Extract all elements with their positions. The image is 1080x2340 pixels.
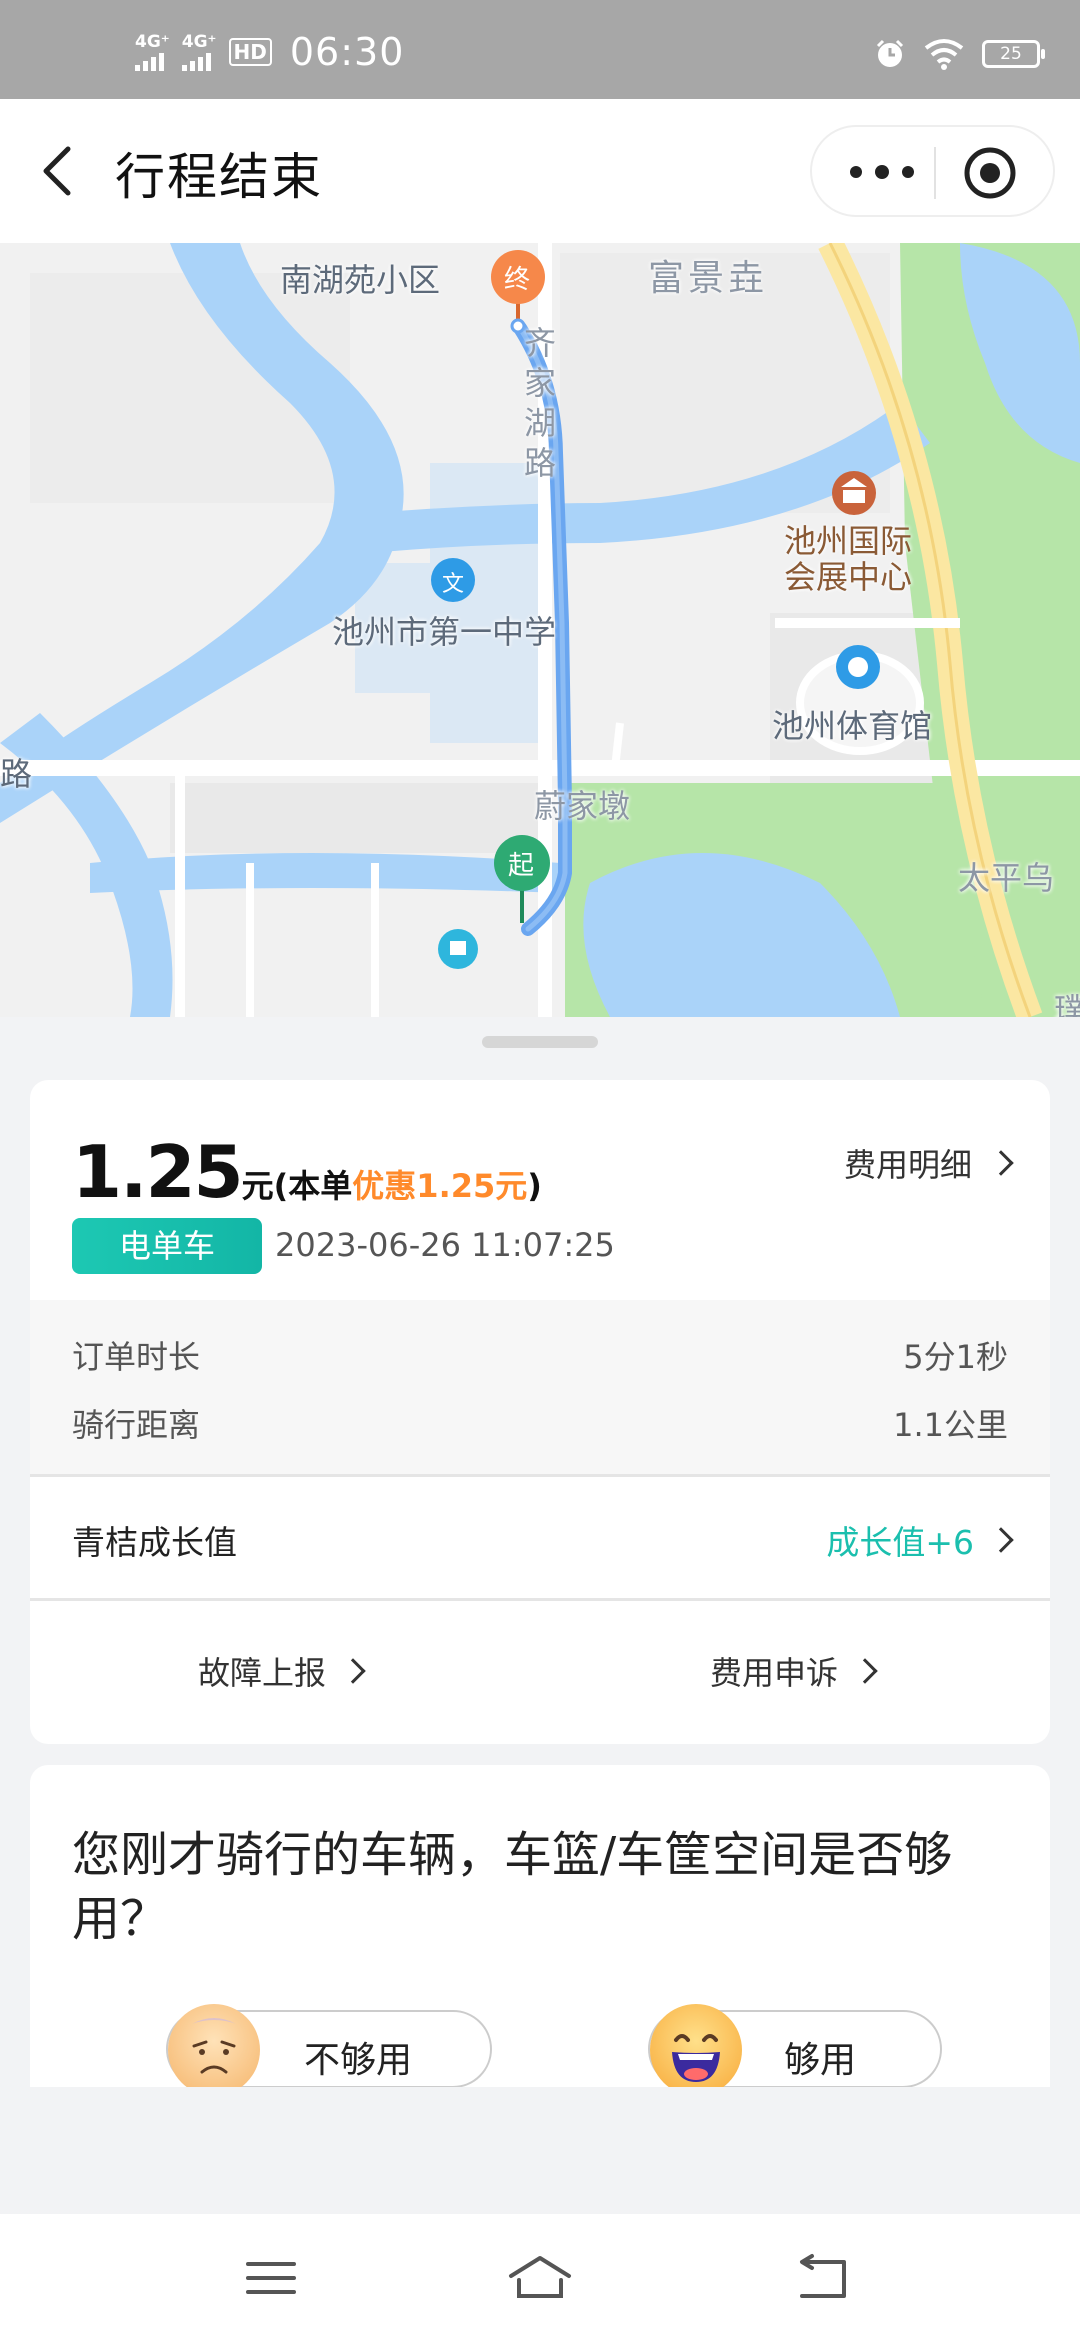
map-label-exhibition: 池州国际 会展中心 <box>784 523 912 595</box>
back-button[interactable] <box>28 135 88 207</box>
trip-info-box: 订单时长 5分1秒 骑行距离 1.1公里 <box>30 1300 1050 1474</box>
survey-card: 您刚才骑行的车辆，车篮/车筐空间是否够用？ 不够用 够用 <box>30 1765 1050 2087</box>
mini-program-capsule <box>810 125 1055 217</box>
answer-not-enough-button[interactable]: 不够用 <box>166 2004 492 2087</box>
vehicle-type-badge: 电单车 <box>72 1218 262 1274</box>
map-label: 池州体育馆 <box>772 707 933 745</box>
distance-value: 1.1公里 <box>893 1406 1008 1444</box>
school-icon: 文 <box>442 572 465 597</box>
page-title: 行程结束 <box>115 148 323 206</box>
wifi-icon <box>924 39 964 70</box>
price-row: 1.25 元(本单 优惠1.25元 ) <box>72 1130 542 1214</box>
divider <box>30 1598 1050 1601</box>
more-icon[interactable] <box>842 147 922 197</box>
fee-appeal-label: 费用申诉 <box>710 1654 839 1692</box>
chevron-right-icon <box>340 1658 366 1684</box>
map-label: 璞 <box>1054 991 1080 1017</box>
battery-icon: 25 <box>982 40 1045 68</box>
fee-detail-link[interactable]: 费用明细 <box>843 1140 1014 1186</box>
survey-question: 您刚才骑行的车辆，车篮/车筐空间是否够用？ <box>72 1827 953 1947</box>
map-label: 太平乌 <box>958 859 1055 897</box>
chevron-right-icon <box>988 1150 1014 1176</box>
capsule-divider <box>934 147 936 199</box>
price-close: ) <box>527 1167 542 1205</box>
map-label: 富景垚 <box>648 258 769 299</box>
network-type: 4G⁺ <box>181 32 217 52</box>
back-nav-icon[interactable] <box>788 2248 858 2308</box>
system-nav-bar <box>0 2214 1080 2340</box>
page-header: 行程结束 <box>0 99 1080 243</box>
price-amount: 1.25 <box>72 1130 244 1214</box>
duration-row: 订单时长 5分1秒 <box>72 1332 1008 1378</box>
discount-text: 优惠1.25元 <box>352 1167 528 1205</box>
fee-detail-label: 费用明细 <box>843 1146 972 1184</box>
chevron-right-icon <box>852 1658 878 1684</box>
laughing-face-icon <box>650 2004 742 2087</box>
divider <box>30 1474 1050 1477</box>
answer-not-enough-label: 不够用 <box>304 2040 413 2081</box>
distance-label: 骑行距离 <box>72 1406 201 1444</box>
home-icon[interactable] <box>505 2248 575 2308</box>
menu-icon[interactable] <box>236 2248 306 2308</box>
growth-label: 青桔成长值 <box>72 1523 237 1562</box>
order-time: 2023-06-26 11:07:25 <box>275 1226 615 1264</box>
sad-face-icon <box>168 2004 260 2087</box>
answer-enough-button[interactable]: 够用 <box>648 2004 942 2087</box>
map-label-line: 池州国际 <box>784 522 913 560</box>
distance-row: 骑行距离 1.1公里 <box>72 1400 1008 1446</box>
status-right: 25 <box>874 38 1045 70</box>
sheet-drag-handle[interactable] <box>482 1036 598 1048</box>
fault-report-button[interactable]: 故障上报 <box>198 1648 366 1694</box>
map-label: 池州市第一中学 <box>332 613 557 651</box>
clock: 06:30 <box>289 30 405 74</box>
trip-summary-card: 1.25 元(本单 优惠1.25元 ) 费用明细 电单车 2023-06-26 … <box>30 1080 1050 1744</box>
route-map[interactable]: 南湖苑小区 富景垚 齐家湖路 池州国际 会展中心 池州市第一中学 池州体育馆 路… <box>0 243 1080 1017</box>
fault-report-label: 故障上报 <box>198 1654 327 1692</box>
signal-icon: 4G⁺ <box>181 32 217 71</box>
close-target-icon[interactable] <box>962 145 1018 201</box>
map-label-line: 会展中心 <box>784 558 913 596</box>
signal-icon: 4G⁺ <box>135 33 170 71</box>
chevron-right-icon <box>988 1527 1014 1553</box>
fee-appeal-button[interactable]: 费用申诉 <box>710 1648 878 1694</box>
map-label: 齐家湖路 <box>524 324 557 482</box>
growth-value-link[interactable]: 成长值+6 <box>826 1516 1014 1564</box>
map-label: 蔚家墩 <box>534 787 631 825</box>
network-type: 4G⁺ <box>135 32 170 52</box>
duration-label: 订单时长 <box>72 1338 201 1376</box>
growth-value: 成长值+6 <box>826 1523 974 1562</box>
status-bar: 4G⁺ 4G⁺ HD 06:30 25 <box>0 0 1080 99</box>
price-unit: 元(本单 <box>241 1167 353 1205</box>
answer-enough-label: 够用 <box>784 2040 857 2081</box>
map-label: 路 <box>0 755 33 793</box>
status-left: 4G⁺ 4G⁺ HD 06:30 <box>135 30 404 74</box>
alarm-icon <box>876 39 904 67</box>
start-marker-label: 起 <box>508 851 535 881</box>
hd-icon: HD <box>228 38 272 66</box>
duration-value: 5分1秒 <box>903 1338 1008 1376</box>
end-marker-label: 终 <box>504 265 531 295</box>
map-label: 南湖苑小区 <box>280 261 441 299</box>
